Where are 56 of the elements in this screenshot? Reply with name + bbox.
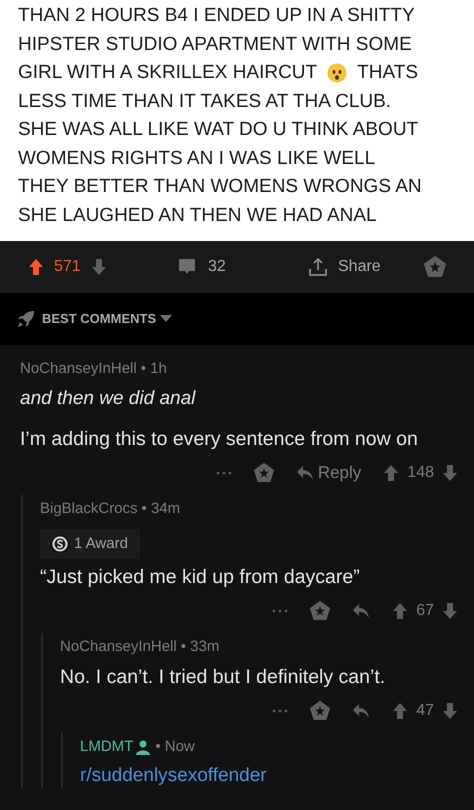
comment-text: I’m adding this to every sentence from now on: [20, 427, 419, 451]
share-button[interactable]: Share: [308, 255, 381, 279]
rocket-icon: [16, 309, 36, 329]
post-text-line: THAN 2 HOURS B4 I ENDED UP IN A SHITTY: [18, 4, 415, 28]
post-text-line: SHE LAUGHED AN THEN WE HAD ANAL: [18, 204, 377, 228]
sort-dropdown[interactable]: BEST COMMENTS: [42, 309, 172, 329]
more-options-icon[interactable]: [216, 471, 232, 475]
post-text-line: WOMENS RIGHTS AN I WAS LIKE WELL: [18, 146, 376, 170]
quoted-text: and then we did anal: [20, 387, 197, 411]
reply-button[interactable]: Reply: [296, 460, 362, 486]
post-text-line: GIRL WITH A SKRILLEX HAIRCUT: [18, 61, 318, 85]
upvote-icon[interactable]: [392, 702, 408, 720]
coin-icon: [52, 536, 68, 552]
award-icon[interactable]: [424, 256, 446, 278]
post-text-line: THEY BETTER THAN WOMENS WRONGS AN: [18, 175, 422, 199]
comment-author[interactable]: NoChanseyInHell: [60, 636, 177, 658]
award-icon[interactable]: [254, 463, 274, 483]
vote-count: 67: [416, 601, 434, 621]
reply-icon[interactable]: [352, 603, 370, 619]
person-icon: [135, 739, 152, 755]
comment-time: • 1h: [140, 358, 167, 379]
upvote-icon[interactable]: [383, 464, 400, 482]
comment-text: No. I can’t. I tried but I definitely can’t.: [60, 665, 386, 689]
award-icon[interactable]: [310, 701, 330, 721]
comment-text: “Just picked me kid up from daycare”: [40, 565, 361, 589]
subreddit-link[interactable]: r/suddenlysexoffender: [80, 763, 474, 789]
comment-author[interactable]: LMDMT: [80, 736, 134, 758]
more-options-icon[interactable]: [272, 609, 288, 613]
award-count: 1 Award: [74, 534, 128, 554]
downvote-icon[interactable]: [442, 602, 458, 620]
comment-time: • 33m: [180, 636, 220, 657]
share-icon: [308, 257, 328, 277]
post-text-line: SHE WAS ALL LIKE WAT DO U THINK ABOUT: [18, 118, 418, 142]
post-score: 571: [54, 257, 81, 277]
post-text-word: THATS: [357, 61, 418, 85]
reply-icon[interactable]: [352, 703, 370, 719]
post-text-line: LESS TIME THAN IT TAKES AT THA CLUB.: [18, 90, 392, 114]
comment-author[interactable]: NoChanseyInHell: [20, 358, 137, 380]
caret-icon: [160, 315, 172, 323]
post-text-line: HIPSTER STUDIO APARTMENT WITH SOME: [18, 32, 412, 56]
downvote-icon[interactable]: [442, 464, 458, 482]
reply-icon[interactable]: [296, 465, 314, 481]
downvote-icon[interactable]: [442, 702, 458, 720]
comment-author[interactable]: BigBlackCrocs: [40, 498, 138, 520]
comment-count: 32: [208, 257, 226, 277]
comment-time: • 34m: [142, 498, 180, 519]
upvote-icon[interactable]: [28, 258, 44, 276]
comment-icon[interactable]: [178, 258, 196, 276]
award-icon[interactable]: [310, 601, 330, 621]
more-options-icon[interactable]: [272, 709, 288, 713]
downvote-icon[interactable]: [90, 258, 107, 276]
worried-face-icon: [327, 63, 348, 84]
vote-count: 47: [416, 701, 434, 721]
comment-time: • Now: [155, 736, 195, 757]
vote-count: 148: [407, 463, 434, 483]
upvote-icon[interactable]: [392, 602, 408, 620]
